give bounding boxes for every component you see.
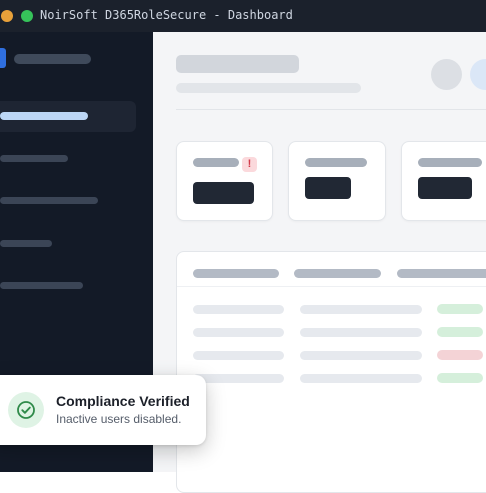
stat-card[interactable]: [288, 141, 386, 221]
table-header-placeholder: [294, 269, 381, 278]
header-action-placeholder[interactable]: [431, 59, 462, 90]
stat-card-value-placeholder: [305, 177, 351, 199]
app-logo-icon: [0, 48, 6, 68]
data-table: [176, 251, 486, 493]
sidebar-item-placeholder[interactable]: [0, 197, 98, 204]
stat-card-label-placeholder: [418, 158, 482, 167]
sidebar-item-placeholder[interactable]: [0, 240, 52, 247]
alert-icon: !: [242, 157, 257, 172]
window-titlebar: NoirSoft D365RoleSecure - Dashboard: [0, 0, 486, 33]
table-row-cell-placeholder: [193, 305, 284, 314]
header-divider: [176, 109, 486, 110]
page-title-placeholder: [176, 55, 299, 73]
toast-message: Inactive users disabled.: [56, 412, 182, 426]
toast-notification[interactable]: Compliance Verified Inactive users disab…: [0, 375, 206, 445]
page-subtitle-placeholder: [176, 83, 361, 93]
table-row-cell-placeholder: [300, 328, 422, 337]
table-row-cell-placeholder: [300, 374, 422, 383]
table-row-cell-placeholder: [300, 351, 422, 360]
stat-card-value-placeholder: [193, 182, 254, 204]
status-badge: [437, 304, 483, 314]
toast-title: Compliance Verified: [56, 393, 190, 409]
table-row-cell-placeholder: [193, 374, 284, 383]
sidebar-item-placeholder[interactable]: [0, 282, 83, 289]
check-circle-icon: [8, 392, 44, 428]
status-badge: [437, 327, 483, 337]
minimize-button[interactable]: [1, 10, 13, 22]
table-row-cell-placeholder: [300, 305, 422, 314]
sidebar-item-placeholder[interactable]: [0, 155, 68, 162]
stat-card[interactable]: !: [176, 141, 273, 221]
status-badge: [437, 350, 483, 360]
stat-card-label-placeholder: [305, 158, 367, 167]
status-badge: [437, 373, 483, 383]
window-title: NoirSoft D365RoleSecure - Dashboard: [40, 8, 293, 22]
stat-card-value-placeholder: [418, 177, 472, 199]
stat-card-label-placeholder: [193, 158, 239, 167]
stat-card[interactable]: [401, 141, 486, 221]
table-header-placeholder: [193, 269, 279, 278]
sidebar-item-active-label-placeholder: [0, 112, 88, 120]
app-name-placeholder: [14, 54, 91, 64]
table-row-cell-placeholder: [193, 351, 284, 360]
maximize-button[interactable]: [21, 10, 33, 22]
table-row-cell-placeholder: [193, 328, 284, 337]
table-divider: [177, 286, 486, 287]
table-header-placeholder: [397, 269, 486, 278]
